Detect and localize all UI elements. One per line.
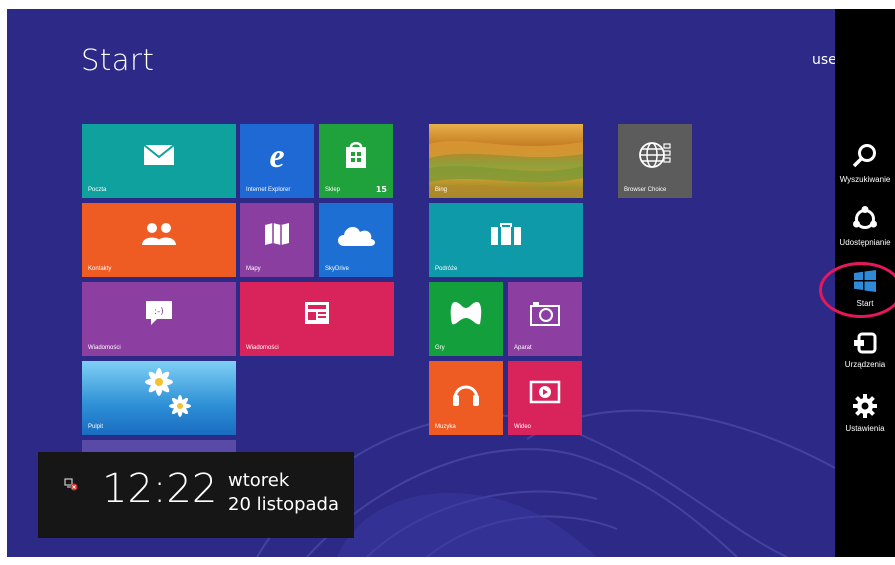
tile-label: Internet Explorer xyxy=(246,187,291,193)
bing-photo xyxy=(429,141,583,198)
tile-bing[interactable]: Bing xyxy=(429,124,583,198)
tile-label: Wiadomości xyxy=(246,345,279,351)
camera-icon xyxy=(529,300,561,330)
charm-settings[interactable]: Ustawienia xyxy=(835,394,895,433)
tile-sklep[interactable]: Sklep 15 xyxy=(319,124,393,198)
news-icon xyxy=(304,301,330,329)
games-icon xyxy=(450,300,482,330)
video-icon xyxy=(529,380,561,408)
tile-muzyka[interactable]: Muzyka xyxy=(429,361,503,435)
tile-wideo[interactable]: Wideo xyxy=(508,361,582,435)
charm-label: Udostępnianie xyxy=(839,238,891,247)
page-title: Start xyxy=(81,43,155,77)
tile-browser-choice[interactable]: Browser Choice xyxy=(618,124,692,198)
charm-share[interactable]: Udostępnianie xyxy=(835,206,895,247)
tile-wiadomosci-messaging[interactable]: :-) Wiadomości xyxy=(82,282,236,356)
tile-skydrive[interactable]: SkyDrive xyxy=(319,203,393,277)
clock-date: 20 listopada xyxy=(228,494,339,515)
charm-search[interactable]: Wyszukiwanie xyxy=(835,143,895,184)
tile-aparat[interactable]: Aparat xyxy=(508,282,582,356)
tile-label: Wideo xyxy=(514,424,532,430)
tile-label: Wiadomości xyxy=(88,345,121,351)
search-icon xyxy=(852,144,878,173)
cloud-icon xyxy=(335,221,377,251)
tile-kontakty[interactable]: Kontakty xyxy=(82,203,236,277)
tile-label: Poczta xyxy=(88,187,107,193)
devices-icon xyxy=(853,332,877,358)
clock-day: wtorek xyxy=(228,470,290,491)
tile-label: SkyDrive xyxy=(325,266,350,272)
desktop-icon xyxy=(114,366,204,430)
people-icon xyxy=(140,222,178,250)
clock-time: 12:22 xyxy=(102,466,218,512)
charm-devices[interactable]: Urządzenia xyxy=(835,332,895,369)
tile-wiadomosci-news[interactable]: Wiadomości xyxy=(240,282,394,356)
tile-label: Mapy xyxy=(246,266,261,272)
lock-clock-panel: 12:22 wtorek 20 listopada xyxy=(38,452,354,538)
charm-label: Urządzenia xyxy=(844,360,886,369)
tile-pulpit[interactable]: Pulpit xyxy=(82,361,236,435)
tile-label: Muzyka xyxy=(435,424,456,430)
messaging-icon: :-) xyxy=(145,300,173,330)
tile-label: Pulpit xyxy=(88,424,104,430)
user-name[interactable]: use xyxy=(812,52,837,68)
charm-label: Ustawienia xyxy=(845,424,885,433)
internet-explorer-icon: e xyxy=(269,137,285,175)
tile-podroze[interactable]: Podróże xyxy=(429,203,583,277)
tile-internet-explorer[interactable]: e Internet Explorer xyxy=(240,124,314,198)
tile-mapy[interactable]: Mapy xyxy=(240,203,314,277)
tile-label: Bing xyxy=(435,187,448,193)
tile-label: Podróże xyxy=(435,266,458,272)
tile-label: Gry xyxy=(435,345,445,351)
tile-badge: 15 xyxy=(375,185,387,194)
network-status-icon xyxy=(64,476,78,495)
tile-gry[interactable]: Gry xyxy=(429,282,503,356)
store-icon xyxy=(344,141,368,173)
tile-label: Sklep xyxy=(325,187,341,193)
tile-label: Kontakty xyxy=(88,266,112,272)
tile-label: Browser Choice xyxy=(624,187,667,193)
tile-poczta[interactable]: Poczta xyxy=(82,124,236,198)
mail-icon xyxy=(143,143,175,170)
start-highlight-circle xyxy=(819,262,895,318)
charm-label: Wyszukiwanie xyxy=(839,175,891,184)
gear-icon xyxy=(853,394,877,422)
share-icon xyxy=(852,206,878,236)
tile-label: Aparat xyxy=(514,345,532,351)
svg-text::-): :-) xyxy=(154,307,164,317)
maps-icon xyxy=(264,222,290,250)
headphones-icon xyxy=(451,377,481,411)
globe-icon xyxy=(638,140,672,174)
travel-icon xyxy=(490,222,522,250)
